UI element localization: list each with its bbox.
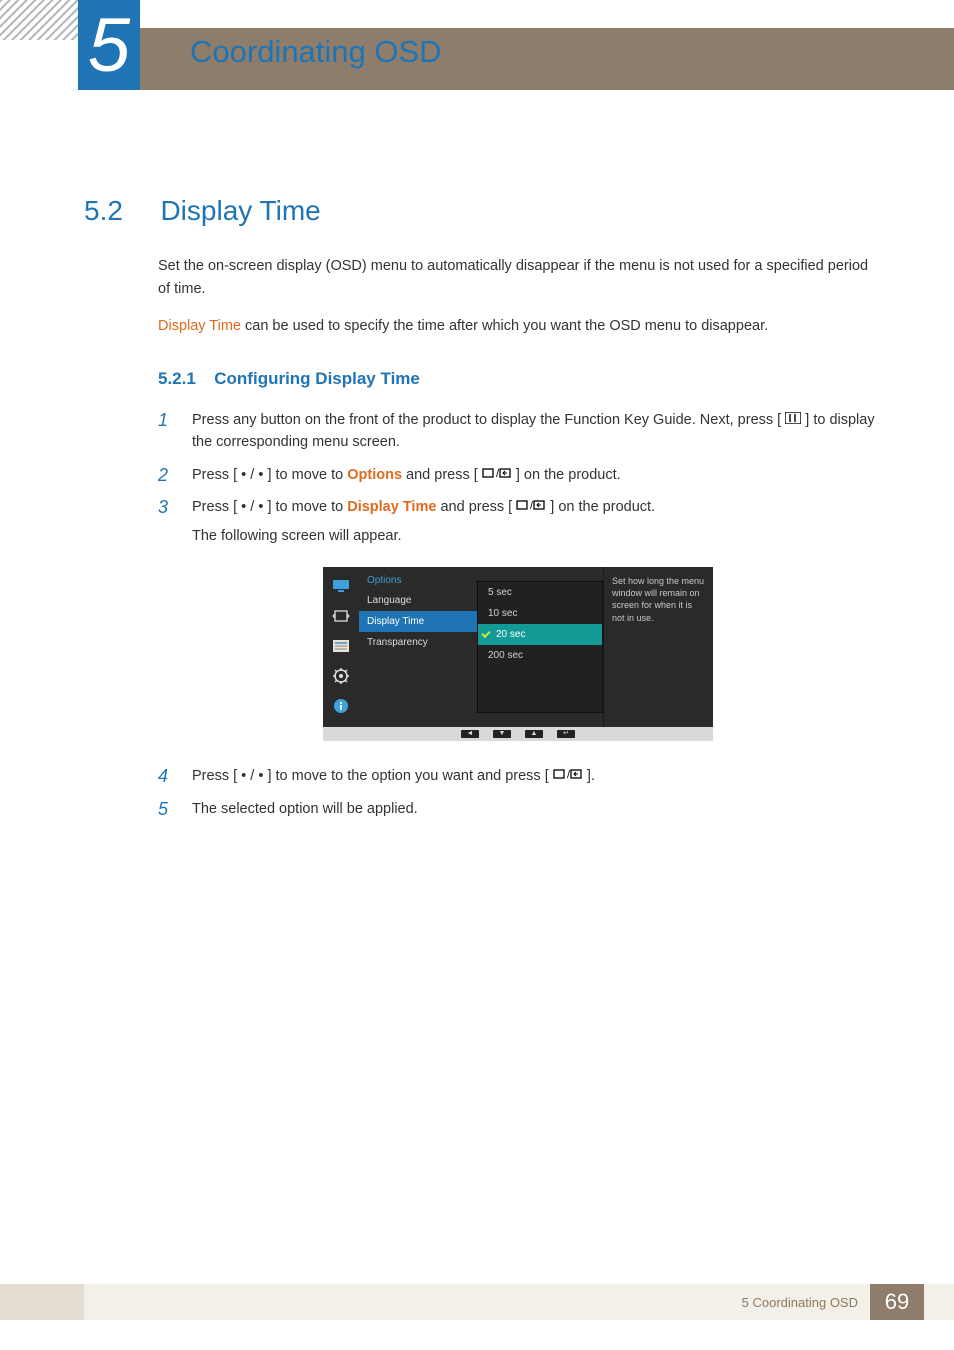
section-title: Display Time bbox=[160, 195, 320, 227]
osd-sidebar-icons bbox=[323, 567, 359, 727]
footer-chapter-label: 5 Coordinating OSD bbox=[742, 1295, 858, 1310]
list-icon bbox=[331, 637, 351, 655]
osd-menu-transparency: Transparency bbox=[359, 632, 477, 653]
step3-d: and press [ bbox=[440, 499, 512, 515]
dot-slash-dot-icon: • / • bbox=[241, 464, 263, 486]
osd-btn-enter: ↵ bbox=[557, 730, 575, 738]
osd-btn-down: ▼ bbox=[493, 730, 511, 738]
screen-enter-icon: / bbox=[553, 765, 583, 787]
body-content: Set the on-screen display (OSD) menu to … bbox=[158, 255, 878, 830]
chapter-number-box: 5 bbox=[78, 0, 140, 90]
step-text: Press any button on the front of the pro… bbox=[192, 412, 875, 450]
page-number: 69 bbox=[870, 1284, 924, 1320]
step3-f: The following screen will appear. bbox=[192, 528, 402, 544]
step-list-continued: 4 Press [ • / • ] to move to the option … bbox=[158, 765, 878, 820]
step-number: 3 bbox=[158, 494, 168, 522]
highlight-display-time-step: Display Time bbox=[347, 499, 436, 515]
step-text: Press [ • / • ] to move to Display Time … bbox=[192, 499, 878, 543]
subsection-number: 5.2.1 bbox=[158, 369, 196, 388]
osd-help-text: Set how long the menu window will remain… bbox=[603, 567, 713, 727]
dot-slash-dot-icon: • / • bbox=[241, 496, 263, 518]
osd-screenshot: Options Language Display Time Transparen… bbox=[323, 567, 713, 741]
step4-a: Press [ bbox=[192, 768, 237, 784]
step3-a: Press [ bbox=[192, 499, 237, 515]
osd-btn-left: ◄ bbox=[461, 730, 479, 738]
subsection-title: Configuring Display Time bbox=[214, 369, 420, 388]
info-icon bbox=[331, 697, 351, 715]
intro-paragraph-1: Set the on-screen display (OSD) menu to … bbox=[158, 255, 878, 301]
step-3: 3 Press [ • / • ] to move to Display Tim… bbox=[158, 496, 878, 547]
osd-opt-20sec: 20 sec bbox=[478, 624, 602, 645]
step2-a: Press [ bbox=[192, 467, 237, 483]
header-bar bbox=[0, 28, 954, 90]
screen-enter-icon: / bbox=[482, 464, 512, 486]
step-number: 4 bbox=[158, 763, 168, 791]
gear-icon bbox=[331, 667, 351, 685]
osd-opt-5sec: 5 sec bbox=[478, 582, 602, 603]
osd-menu-display-time: Display Time bbox=[359, 611, 477, 632]
step-number: 5 bbox=[158, 796, 168, 824]
step-2: 2 Press [ • / • ] to move to Options and… bbox=[158, 464, 878, 487]
step2-b: ] to move to bbox=[267, 467, 347, 483]
step-1: 1 Press any button on the front of the p… bbox=[158, 409, 878, 454]
step2-d: and press [ bbox=[406, 467, 478, 483]
step4-c: ]. bbox=[587, 768, 595, 784]
resize-icon bbox=[331, 607, 351, 625]
osd-footer-buttons: ◄ ▼ ▲ ↵ bbox=[323, 727, 713, 741]
monitor-icon bbox=[331, 577, 351, 595]
step1-a: Press any button on the front of the pro… bbox=[192, 412, 781, 428]
dot-slash-dot-icon: • / • bbox=[241, 765, 263, 787]
step-number: 2 bbox=[158, 462, 168, 490]
highlight-options: Options bbox=[347, 467, 402, 483]
step2-e: ] on the product. bbox=[516, 467, 621, 483]
screen-enter-icon: / bbox=[516, 496, 546, 518]
osd-btn-up: ▲ bbox=[525, 730, 543, 738]
step-text: Press [ • / • ] to move to the option yo… bbox=[192, 768, 595, 784]
page-footer: 5 Coordinating OSD 69 bbox=[0, 1284, 954, 1320]
osd-menu-language: Language bbox=[359, 590, 477, 611]
corner-hatch-decoration bbox=[0, 0, 78, 40]
osd-menu-header: Options bbox=[359, 573, 477, 590]
step3-e: ] on the product. bbox=[550, 499, 655, 515]
osd-menu-list: Options Language Display Time Transparen… bbox=[359, 567, 477, 727]
intro-p2-rest: can be used to specify the time after wh… bbox=[241, 318, 768, 334]
step4-b: ] to move to the option you want and pre… bbox=[267, 768, 548, 784]
highlight-display-time: Display Time bbox=[158, 318, 241, 334]
step-list: 1 Press any button on the front of the p… bbox=[158, 409, 878, 548]
osd-panel: Options Language Display Time Transparen… bbox=[323, 567, 713, 727]
menu-icon bbox=[785, 409, 801, 431]
step-5: 5 The selected option will be applied. bbox=[158, 798, 878, 820]
chapter-title: Coordinating OSD bbox=[190, 34, 442, 70]
section-number: 5.2 bbox=[84, 195, 156, 227]
intro-paragraph-2: Display Time can be used to specify the … bbox=[158, 315, 878, 338]
osd-opt-10sec: 10 sec bbox=[478, 603, 602, 624]
step3-b: ] to move to bbox=[267, 499, 347, 515]
step-number: 1 bbox=[158, 407, 168, 435]
subsection-heading: 5.2.1 Configuring Display Time bbox=[158, 369, 878, 389]
step-text: The selected option will be applied. bbox=[192, 801, 418, 817]
step-4: 4 Press [ • / • ] to move to the option … bbox=[158, 765, 878, 788]
section-heading: 5.2 Display Time bbox=[84, 195, 321, 227]
osd-opt-200sec: 200 sec bbox=[478, 645, 602, 666]
footer-left-accent bbox=[0, 1284, 84, 1320]
step-text: Press [ • / • ] to move to Options and p… bbox=[192, 467, 621, 483]
osd-options-list: 5 sec 10 sec 20 sec 200 sec bbox=[477, 581, 603, 713]
